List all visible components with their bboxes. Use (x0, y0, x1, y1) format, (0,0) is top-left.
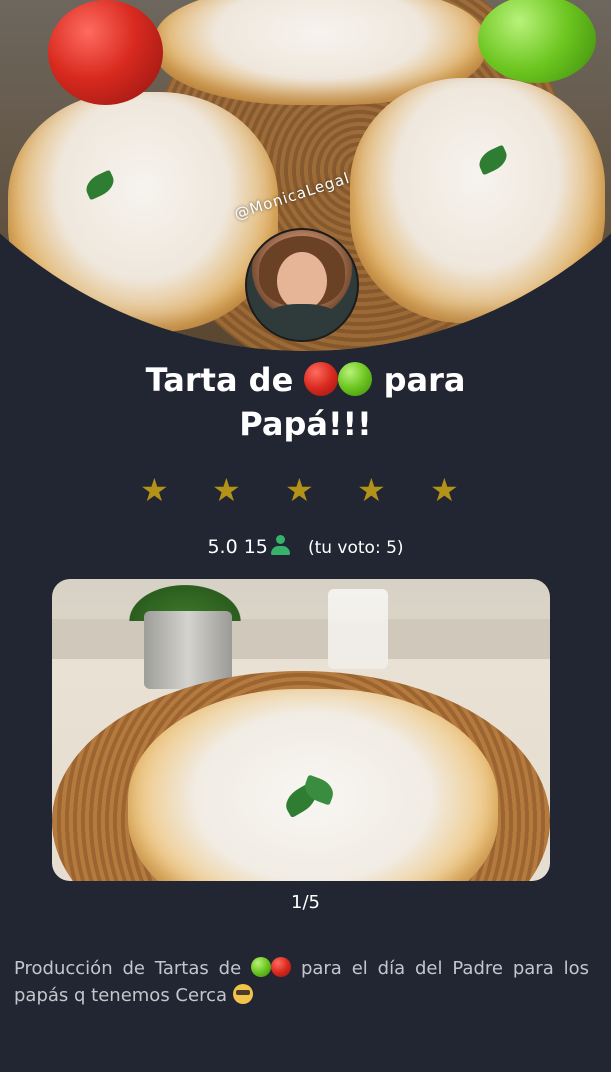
red-apple (48, 0, 163, 105)
star-icon[interactable]: ★ (140, 470, 169, 510)
rating-votes: 15 (243, 536, 268, 558)
red-apple-icon (304, 362, 339, 396)
recipe-hero: @MonicaLegal (0, 0, 611, 360)
recipe-title: Tarta de para Papá!!! (145, 361, 466, 443)
recipe-description: Producción de Tartas de para el día del … (14, 957, 589, 1006)
person-icon (270, 535, 290, 555)
glass (328, 589, 388, 669)
star-icon[interactable]: ★ (430, 470, 459, 510)
rating-summary: 5.0 15 (tu voto: 5) (0, 535, 611, 558)
tart-right (350, 78, 605, 323)
your-vote: (tu voto: 5) (307, 538, 404, 558)
star-icon[interactable]: ★ (212, 470, 241, 510)
star-icon[interactable]: ★ (285, 470, 314, 510)
gallery-counter: 1/5 (291, 892, 320, 913)
green-apple-icon (251, 957, 272, 977)
star-icon[interactable]: ★ (357, 470, 386, 510)
plant-pot (144, 611, 232, 689)
rating-score: 5.0 (207, 536, 238, 558)
author-avatar[interactable] (245, 228, 359, 342)
red-apple-icon (271, 957, 292, 977)
green-apple-icon (338, 362, 373, 396)
sunglasses-face-icon (232, 984, 253, 1004)
photo-gallery[interactable] (52, 579, 550, 881)
star-rating[interactable]: ★ ★ ★ ★ ★ (0, 470, 611, 510)
